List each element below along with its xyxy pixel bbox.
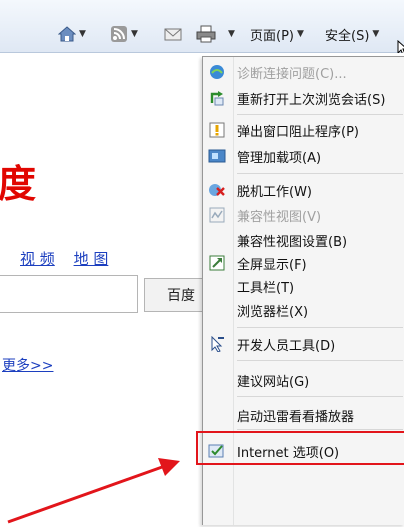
highlight-box [196, 431, 404, 465]
menu-separator [237, 114, 403, 115]
chevron-down-icon: ▼ [131, 29, 138, 39]
menu-item-label: 兼容性视图(V) [237, 209, 322, 225]
print-button[interactable]: ▼ [196, 22, 235, 46]
devtools-icon [207, 334, 227, 354]
menu-separator [237, 173, 403, 174]
menu-item-work-offline[interactable]: 脱机工作(W) [203, 177, 404, 203]
chevron-down-icon: ▼ [79, 29, 86, 39]
menu-item-label: 全屏显示(F) [237, 257, 307, 273]
menu-item-toolbars[interactable]: 工具栏(T) [203, 273, 404, 299]
menu-item-label: 弹出窗口阻止程序(P) [237, 124, 359, 140]
compat-view-icon [207, 205, 227, 225]
menu-item-reopen-session[interactable]: 重新打开上次浏览会话(S) [203, 85, 404, 111]
printer-icon [196, 25, 216, 43]
diagnose-icon [207, 62, 227, 82]
chevron-down-icon: ▼ [372, 29, 380, 39]
mail-icon [164, 28, 182, 41]
menu-item-label: 兼容性视图设置(B) [237, 234, 348, 250]
menu-separator [237, 429, 403, 430]
chevron-down-icon: ▼ [296, 29, 304, 39]
menu-item-label: 诊断连接问题(C)... [237, 66, 347, 82]
menu-item-xunlei-player[interactable]: 启动迅雷看看播放器 [203, 402, 404, 428]
reopen-session-icon [207, 88, 227, 108]
home-button[interactable]: ▼ [58, 22, 86, 46]
safety-menu-button[interactable]: 安全(S) ▼ [325, 22, 379, 46]
command-bar: ▼ ▼ ▼ 页面(P) ▼ 安全(S) ▼ [0, 0, 404, 53]
page-menu-button[interactable]: 页面(P) ▼ [250, 22, 304, 46]
nav-links: 视 频 地 图 [0, 248, 122, 269]
menu-item-diagnose[interactable]: 诊断连接问题(C)... [203, 59, 404, 85]
menu-item-developer-tools[interactable]: 开发人员工具(D) [203, 331, 404, 357]
menu-separator [237, 396, 403, 397]
more-link[interactable]: 更多>> [2, 355, 53, 375]
video-link[interactable]: 视 频 [20, 250, 55, 268]
map-link[interactable]: 地 图 [74, 250, 109, 268]
menu-item-manage-addons[interactable]: 管理加载项(A) [203, 143, 404, 169]
feeds-button[interactable]: ▼ [110, 22, 138, 46]
home-icon [58, 26, 76, 42]
menu-item-suggested-sites[interactable]: 建议网站(G) [203, 367, 404, 393]
menu-item-explorer-bars[interactable]: 浏览器栏(X) [203, 297, 404, 323]
menu-item-label: 建议网站(G) [237, 374, 310, 390]
search-button[interactable]: 百度 [144, 278, 204, 312]
menu-item-label: 工具栏(T) [237, 280, 295, 296]
menu-item-label: 管理加载项(A) [237, 150, 322, 166]
menu-separator [237, 360, 403, 361]
menu-item-label: 重新打开上次浏览会话(S) [237, 92, 386, 108]
baidu-logo: 度 [0, 161, 37, 206]
work-offline-icon [207, 180, 227, 200]
menu-item-label: 启动迅雷看看播放器 [237, 409, 355, 425]
read-mail-button[interactable] [164, 22, 182, 46]
menu-item-label: 开发人员工具(D) [237, 338, 336, 354]
chevron-down-icon: ▼ [228, 29, 235, 39]
search-input[interactable] [0, 275, 138, 313]
rss-icon [111, 26, 127, 42]
safety-menu-label: 安全(S) [325, 28, 370, 44]
menu-separator [237, 327, 403, 328]
menu-item-label: 脱机工作(W) [237, 184, 312, 200]
addons-icon [207, 146, 227, 166]
menu-item-compat-view[interactable]: 兼容性视图(V) [203, 202, 404, 228]
fullscreen-icon [207, 253, 227, 273]
menu-item-popup-blocker[interactable]: 弹出窗口阻止程序(P) [203, 117, 404, 143]
popup-blocker-icon [207, 120, 227, 140]
page-menu-label: 页面(P) [250, 28, 294, 44]
menu-item-label: 浏览器栏(X) [237, 304, 309, 320]
